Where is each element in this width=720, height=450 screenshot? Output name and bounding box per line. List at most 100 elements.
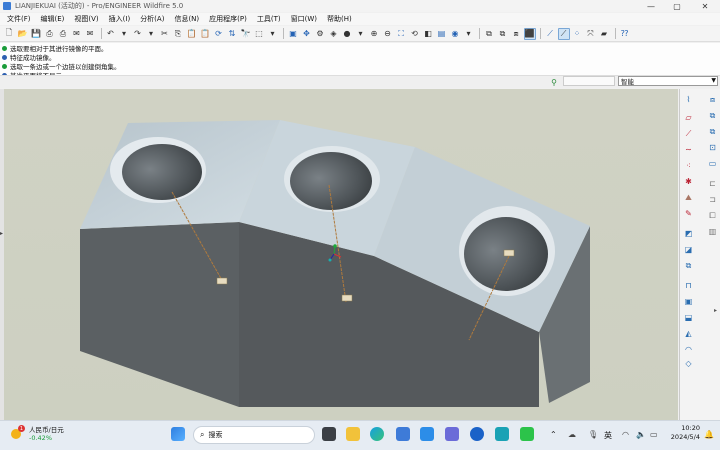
datum-point-icon[interactable]: ⁖ [682,159,695,172]
axis-tag[interactable] [503,249,515,257]
datum-points-icon[interactable]: ⁘ [571,28,583,40]
pattern-icon[interactable]: ⊡ [706,141,719,154]
select-box-icon[interactable]: ⬚ [253,28,265,40]
spin-center-icon[interactable]: ✥ [301,28,313,40]
undo-icon[interactable]: ↶ [105,28,117,40]
offset-icon[interactable]: ⊏ [706,177,719,190]
menu-file[interactable]: 文件(F) [2,14,36,24]
copy-icon[interactable]: ⎘ [172,28,184,40]
app-icon-purple[interactable] [445,427,459,441]
analysis-icon[interactable]: ⛰ [682,191,695,204]
redo-icon[interactable]: ↷ [132,28,144,40]
sketch-icon[interactable]: ✎ [682,207,695,220]
close-button[interactable]: ✕ [694,0,716,12]
trim-icon[interactable]: ⧉ [706,125,719,138]
sweep-icon[interactable]: ⧉ [682,259,695,272]
volume-icon[interactable]: 🔈 [636,430,646,439]
appearance-icon[interactable]: ◈ [328,28,340,40]
store-icon[interactable] [396,427,410,441]
model-viewport[interactable] [4,89,678,420]
datum-axis-tool-icon[interactable]: ⟋ [682,127,695,140]
paste-icon[interactable]: 📋 [186,28,198,40]
view-manager-icon[interactable]: ◉ [449,28,461,40]
menu-analysis[interactable]: 分析(A) [135,14,169,24]
layers-icon[interactable]: ▤ [436,28,448,40]
regen-manager-icon[interactable]: ⇅ [226,28,238,40]
new-file-icon[interactable]: 🗋 [3,28,15,40]
repaint-icon[interactable]: ▣ [287,28,299,40]
solidify-icon[interactable]: ⧠ [706,209,719,222]
menu-info[interactable]: 信息(N) [169,14,204,24]
mirror-icon[interactable]: ⧈ [706,93,719,106]
hidden-line-icon[interactable]: ⧉ [497,28,509,40]
intersect-icon[interactable]: ▥ [706,225,719,238]
cloud-icon[interactable]: ☁ [568,430,576,439]
saved-views-icon[interactable]: ◧ [422,28,434,40]
chamfer-icon[interactable]: ◇ [682,357,695,370]
email-link-icon[interactable]: ✉ [84,28,96,40]
datum-plane-tool-icon[interactable]: ▱ [682,111,695,124]
clock[interactable]: 10:20 2024/5/4 [664,424,700,442]
collapse-arrow-icon[interactable]: ▸ [714,307,717,314]
paste-special-icon[interactable]: 📋 [199,28,211,40]
axis-tag[interactable] [341,294,353,302]
hole-1[interactable] [110,137,206,203]
regenerate-icon[interactable]: ⟳ [213,28,225,40]
wifi-icon[interactable]: ◠ [622,430,629,439]
context-help-icon[interactable]: ⁇ [619,28,631,40]
maximize-button[interactable]: ▢ [666,0,688,12]
draft-icon[interactable]: ◭ [682,327,695,340]
undo-dropdown-icon[interactable]: ▾ [118,28,130,40]
app-icon-blue[interactable] [420,427,434,441]
menu-view[interactable]: 视图(V) [69,14,103,24]
reorient-icon[interactable]: ⟲ [409,28,421,40]
thicken-icon[interactable]: ⊐ [706,193,719,206]
widget-text[interactable]: 人民币/日元 -0.42% [29,424,64,442]
extend-icon[interactable]: ▭ [706,157,719,170]
zoom-out-icon[interactable]: ⊖ [382,28,394,40]
app-icon-teal[interactable] [495,427,509,441]
notification-bell-icon[interactable]: 🔔 [704,430,714,439]
graphics-window[interactable] [4,89,678,420]
no-hidden-icon[interactable]: ⧈ [510,28,522,40]
axis-tag[interactable] [216,277,228,285]
task-view-icon[interactable] [322,427,336,441]
chevron-down-icon[interactable]: ▼ [711,77,716,84]
shell-icon[interactable]: ▣ [682,295,695,308]
email-icon[interactable]: ✉ [71,28,83,40]
cut-icon[interactable]: ✂ [159,28,171,40]
menu-applications[interactable]: 应用程序(P) [204,14,252,24]
wireframe-icon[interactable]: ⧉ [483,28,495,40]
input-method-indicator[interactable]: 英 [604,430,612,441]
annotations-icon[interactable]: ▰ [598,28,610,40]
file-explorer-icon[interactable] [346,427,360,441]
minimize-button[interactable]: — [640,0,662,12]
orient-mode-icon[interactable]: ⚙ [314,28,326,40]
hole-tool-icon[interactable]: ⊓ [682,279,695,292]
zoom-in-icon[interactable]: ⊕ [368,28,380,40]
menu-help[interactable]: 帮助(H) [322,14,357,24]
extrude-icon[interactable]: ◩ [682,227,695,240]
search-box[interactable]: ⌕ 搜索 [193,426,315,444]
hole-2[interactable] [284,146,380,212]
print-icon[interactable]: ⎙ [44,28,56,40]
open-file-icon[interactable]: 📂 [17,28,29,40]
front-face-left[interactable] [80,222,239,407]
rib-icon[interactable]: ⬓ [682,311,695,324]
datum-plane-icon[interactable]: ⌇ [682,93,695,106]
edge-icon[interactable] [370,427,384,441]
sketch-curve-icon[interactable]: ∼ [682,143,695,156]
start-icon[interactable] [171,427,185,441]
view-dropdown-icon[interactable]: ▾ [463,28,475,40]
datum-planes-icon[interactable]: ⟋ [544,28,556,40]
menu-window[interactable]: 窗口(W) [286,14,322,24]
microphone-icon[interactable]: 🎙 [588,430,598,439]
color-sphere-icon[interactable]: ● [341,28,353,40]
print-preview-icon[interactable]: ⎙ [57,28,69,40]
color-dropdown-icon[interactable]: ▾ [355,28,367,40]
redo-dropdown-icon[interactable]: ▾ [145,28,157,40]
app-icon-circle[interactable] [470,427,484,441]
menu-tools[interactable]: 工具(T) [252,14,286,24]
csys-icon[interactable]: ⤧ [585,28,597,40]
save-icon[interactable]: 💾 [30,28,42,40]
